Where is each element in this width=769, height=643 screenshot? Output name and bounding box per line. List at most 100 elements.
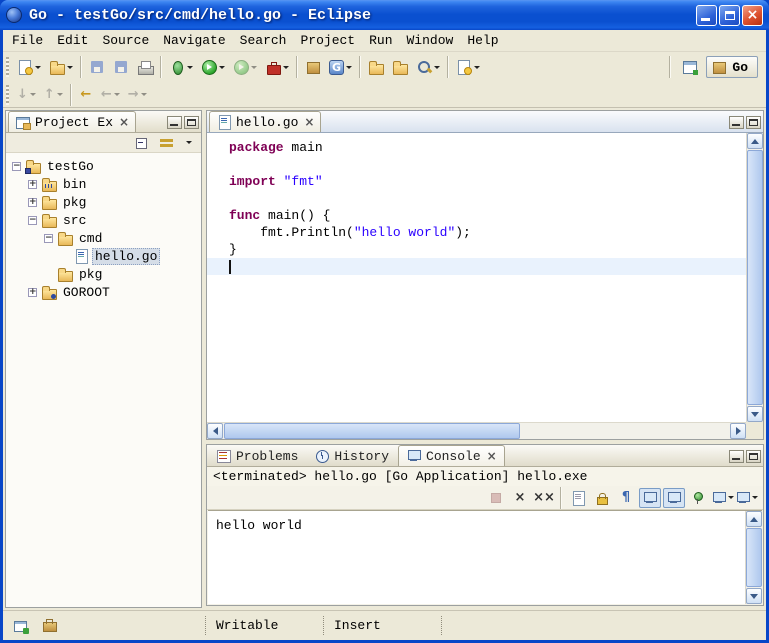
- annotations-button[interactable]: [452, 55, 484, 79]
- minimize-console-button[interactable]: [729, 450, 744, 463]
- tab-history[interactable]: History: [307, 446, 396, 466]
- show-stdout-button[interactable]: [639, 488, 661, 508]
- open-console-button[interactable]: [735, 488, 757, 508]
- tab-project-explorer[interactable]: Project Ex ×: [8, 111, 136, 132]
- search-button[interactable]: [412, 55, 444, 79]
- close-icon[interactable]: ×: [119, 116, 129, 128]
- maximize-console-button[interactable]: [746, 450, 761, 463]
- tree-item-hello-go[interactable]: hello.go: [6, 247, 201, 265]
- fast-view-button[interactable]: [9, 617, 33, 635]
- scroll-up-button[interactable]: [747, 133, 763, 149]
- maximize-button[interactable]: [719, 5, 740, 26]
- maximize-editor-button[interactable]: [746, 116, 761, 129]
- menu-help[interactable]: Help: [460, 31, 505, 50]
- save-all-button[interactable]: [109, 55, 133, 79]
- new-go-element-button[interactable]: [45, 55, 77, 79]
- forward-button[interactable]: →: [124, 83, 151, 107]
- display-selected-console-button[interactable]: [711, 488, 733, 508]
- tab-hello-go[interactable]: hello.go ×: [209, 111, 321, 132]
- tab-problems[interactable]: Problems: [209, 446, 305, 466]
- show-stderr-button[interactable]: [663, 488, 685, 508]
- menu-edit[interactable]: Edit: [50, 31, 95, 50]
- back-button[interactable]: ←: [97, 83, 124, 107]
- new-wizard-icon: [17, 59, 33, 75]
- remove-launch-button[interactable]: ×: [509, 488, 531, 508]
- new-wizard-button[interactable]: [13, 55, 45, 79]
- go-perspective-button[interactable]: Go: [706, 56, 758, 78]
- go-build-button[interactable]: [301, 55, 325, 79]
- scroll-down-button[interactable]: [746, 588, 762, 604]
- tree-item-cmd[interactable]: − cmd: [6, 229, 201, 247]
- clear-console-button[interactable]: [567, 488, 589, 508]
- terminate-button[interactable]: [485, 488, 507, 508]
- print-button[interactable]: [133, 55, 157, 79]
- scrollbar-thumb[interactable]: [747, 150, 763, 405]
- next-annotation-button[interactable]: ↓: [13, 83, 40, 107]
- close-button[interactable]: ×: [742, 5, 763, 26]
- close-icon[interactable]: ×: [487, 450, 497, 462]
- menu-run[interactable]: Run: [362, 31, 399, 50]
- menu-source[interactable]: Source: [95, 31, 156, 50]
- code-area[interactable]: package main import "fmt" func main() { …: [207, 133, 746, 422]
- collapse-all-button[interactable]: [130, 134, 154, 152]
- menu-search[interactable]: Search: [233, 31, 294, 50]
- minimize-editor-button[interactable]: [729, 116, 744, 129]
- console-output[interactable]: hello world: [208, 510, 762, 604]
- collapse-expander-icon[interactable]: −: [44, 234, 53, 243]
- tree-item-bin[interactable]: + bin: [6, 175, 201, 193]
- expand-expander-icon[interactable]: +: [28, 180, 37, 189]
- external-tools-button[interactable]: [261, 55, 293, 79]
- word-wrap-button[interactable]: ¶: [615, 488, 637, 508]
- eclipse-logo-icon[interactable]: [6, 7, 22, 23]
- project-tree[interactable]: − testGo + bin + pkg − src: [6, 153, 201, 607]
- minimize-button[interactable]: [696, 5, 717, 26]
- maximize-view-button[interactable]: [184, 116, 199, 129]
- console-vertical-scrollbar[interactable]: [745, 511, 762, 604]
- pin-console-button[interactable]: [687, 488, 709, 508]
- open-resource-button[interactable]: [364, 55, 388, 79]
- tab-console[interactable]: Console ×: [398, 445, 505, 466]
- link-with-editor-button[interactable]: [155, 134, 179, 152]
- toolbar-grip[interactable]: [6, 85, 9, 105]
- toolbar-grip[interactable]: [6, 57, 9, 77]
- scroll-lock-button[interactable]: [591, 488, 613, 508]
- minimize-view-button[interactable]: [167, 116, 182, 129]
- run-button[interactable]: [197, 55, 229, 79]
- collapse-expander-icon[interactable]: −: [28, 216, 37, 225]
- go-tools-button[interactable]: G: [325, 55, 356, 79]
- scroll-up-button[interactable]: [746, 511, 762, 527]
- editor-vertical-scrollbar[interactable]: [746, 133, 763, 422]
- menu-file[interactable]: File: [5, 31, 50, 50]
- scrollbar-thumb[interactable]: [746, 528, 762, 587]
- menu-window[interactable]: Window: [400, 31, 461, 50]
- code-editor[interactable]: package main import "fmt" func main() { …: [207, 133, 763, 439]
- editor-horizontal-scrollbar[interactable]: [207, 422, 746, 439]
- tree-item-src[interactable]: − src: [6, 211, 201, 229]
- tree-item-goroot[interactable]: + GOROOT: [6, 283, 201, 301]
- scrollbar-thumb[interactable]: [224, 423, 520, 439]
- tree-item-pkg2[interactable]: pkg: [6, 265, 201, 283]
- profile-button[interactable]: [229, 55, 261, 79]
- tree-item-testgo[interactable]: − testGo: [6, 157, 201, 175]
- annotation-icon: [456, 59, 472, 75]
- close-icon[interactable]: ×: [304, 116, 314, 128]
- expand-expander-icon[interactable]: +: [28, 198, 37, 207]
- scroll-right-button[interactable]: [730, 423, 746, 439]
- expand-expander-icon[interactable]: +: [28, 288, 37, 297]
- tree-item-pkg[interactable]: + pkg: [6, 193, 201, 211]
- title-bar[interactable]: Go - testGo/src/cmd/hello.go - Eclipse ×: [0, 0, 769, 30]
- menu-navigate[interactable]: Navigate: [156, 31, 232, 50]
- previous-annotation-button[interactable]: ↑: [40, 83, 67, 107]
- workspace-trim-button[interactable]: [37, 617, 61, 635]
- debug-button[interactable]: [165, 55, 197, 79]
- open-type-button[interactable]: [388, 55, 412, 79]
- view-menu-button[interactable]: [180, 134, 198, 152]
- remove-all-launches-button[interactable]: ××: [533, 488, 555, 508]
- open-perspective-button[interactable]: [678, 55, 702, 79]
- collapse-expander-icon[interactable]: −: [12, 162, 21, 171]
- last-edit-location-button[interactable]: ←: [75, 83, 97, 107]
- menu-project[interactable]: Project: [293, 31, 362, 50]
- save-button[interactable]: [85, 55, 109, 79]
- scroll-left-button[interactable]: [207, 423, 223, 439]
- scroll-down-button[interactable]: [747, 406, 763, 422]
